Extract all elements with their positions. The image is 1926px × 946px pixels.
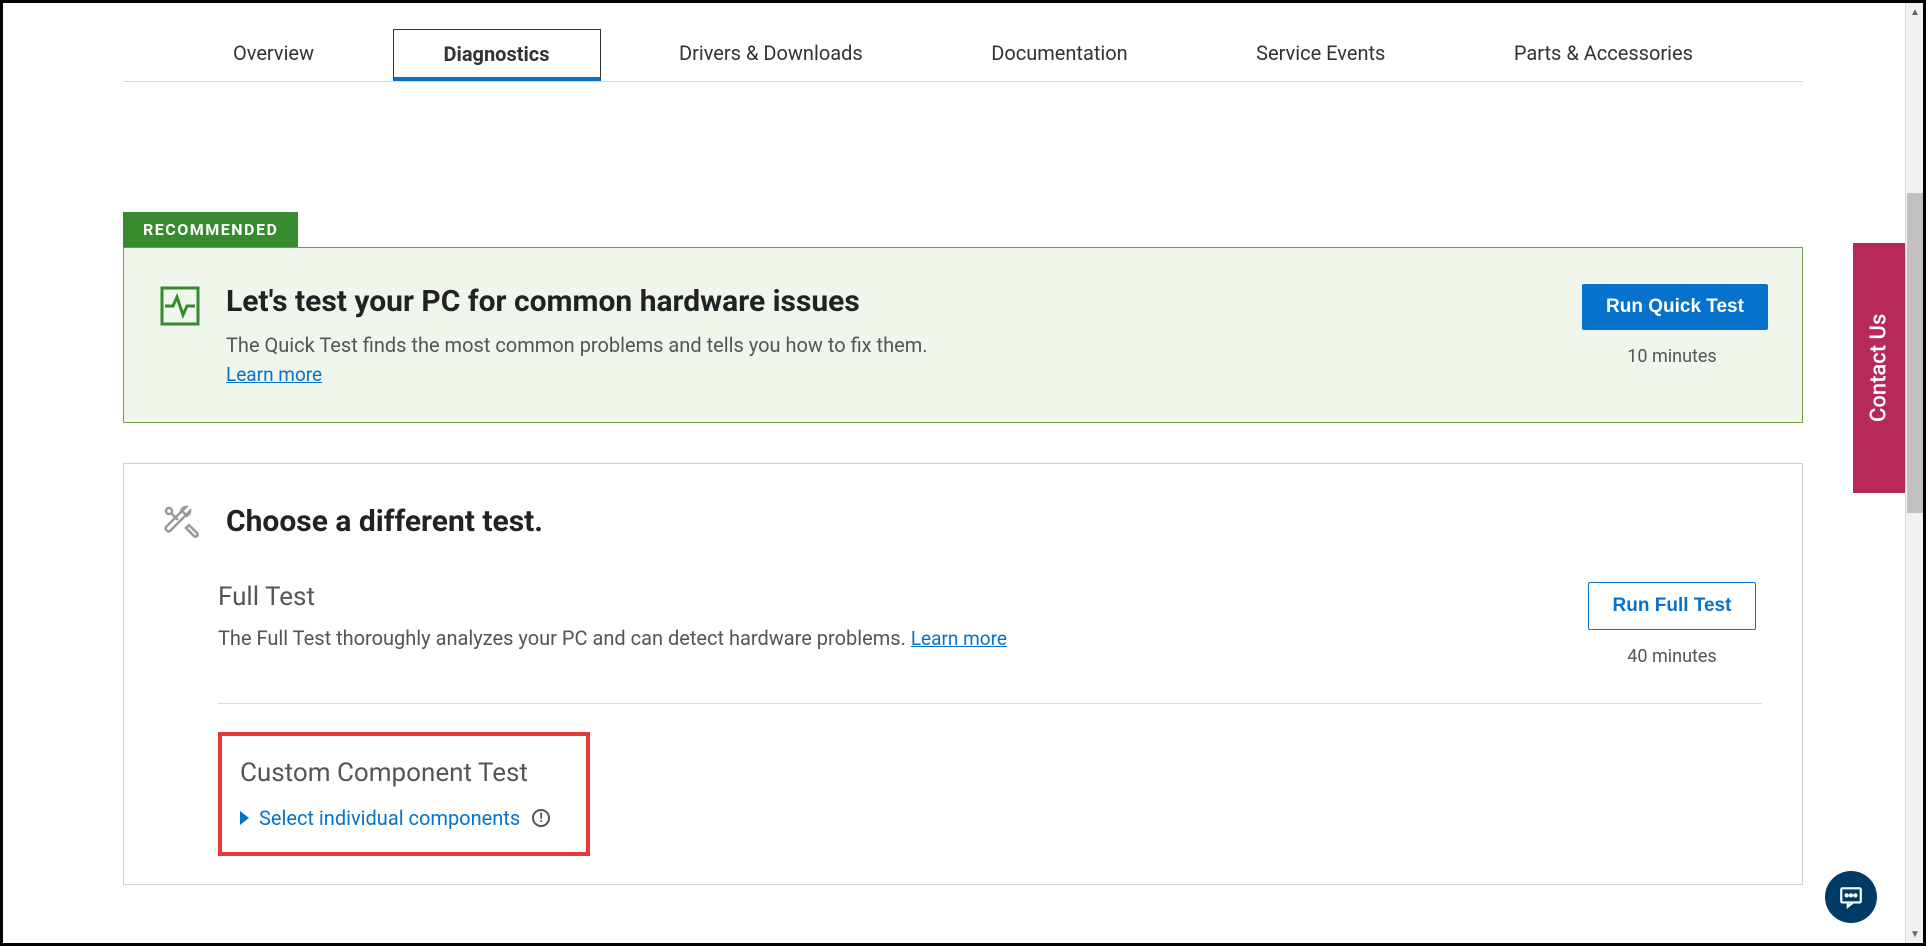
recommended-badge: RECOMMENDED: [123, 212, 298, 247]
scrollbar-thumb[interactable]: [1907, 193, 1923, 513]
quick-test-title: Let's test your PC for common hardware i…: [226, 284, 1556, 319]
custom-component-test-highlight: Custom Component Test Select individual …: [218, 732, 590, 856]
vertical-scrollbar[interactable]: ▲ ▼: [1905, 3, 1923, 943]
heartbeat-icon: [160, 286, 200, 326]
scroll-up-arrow-icon[interactable]: ▲: [1906, 3, 1924, 21]
tab-documentation[interactable]: Documentation: [941, 29, 1178, 81]
main-tabs: Overview Diagnostics Drivers & Downloads…: [123, 29, 1803, 82]
info-icon[interactable]: !: [532, 809, 550, 827]
quick-test-card: Let's test your PC for common hardware i…: [123, 247, 1803, 423]
full-test-row: Full Test The Full Test thoroughly analy…: [160, 582, 1762, 667]
other-tests-card: Choose a different test. Full Test The F…: [123, 463, 1803, 885]
select-individual-components-link[interactable]: Select individual components !: [240, 806, 550, 830]
select-components-label: Select individual components: [259, 806, 520, 830]
contact-us-tab[interactable]: Contact Us: [1853, 243, 1905, 493]
custom-test-title: Custom Component Test: [240, 758, 550, 788]
quick-test-time: 10 minutes: [1582, 346, 1762, 367]
tab-parts-accessories[interactable]: Parts & Accessories: [1464, 29, 1743, 81]
full-test-learn-more-link[interactable]: Learn more: [911, 627, 1007, 650]
full-test-time: 40 minutes: [1582, 646, 1762, 667]
tab-diagnostics[interactable]: Diagnostics: [393, 29, 601, 81]
tab-overview[interactable]: Overview: [183, 29, 364, 81]
full-test-description: The Full Test thoroughly analyzes your P…: [218, 626, 1566, 650]
other-tests-heading: Choose a different test.: [226, 504, 543, 539]
tab-drivers[interactable]: Drivers & Downloads: [629, 29, 913, 81]
chat-button[interactable]: [1825, 871, 1877, 923]
full-test-title: Full Test: [218, 582, 1566, 612]
tools-icon: [160, 502, 200, 542]
tab-service-events[interactable]: Service Events: [1206, 29, 1435, 81]
quick-test-description: The Quick Test finds the most common pro…: [226, 333, 1556, 357]
run-quick-test-button[interactable]: Run Quick Test: [1582, 284, 1768, 330]
scroll-down-arrow-icon[interactable]: ▼: [1906, 925, 1924, 943]
triangle-right-icon: [240, 811, 249, 825]
divider: [218, 703, 1762, 704]
run-full-test-button[interactable]: Run Full Test: [1588, 582, 1757, 630]
quick-test-learn-more-link[interactable]: Learn more: [226, 363, 322, 386]
